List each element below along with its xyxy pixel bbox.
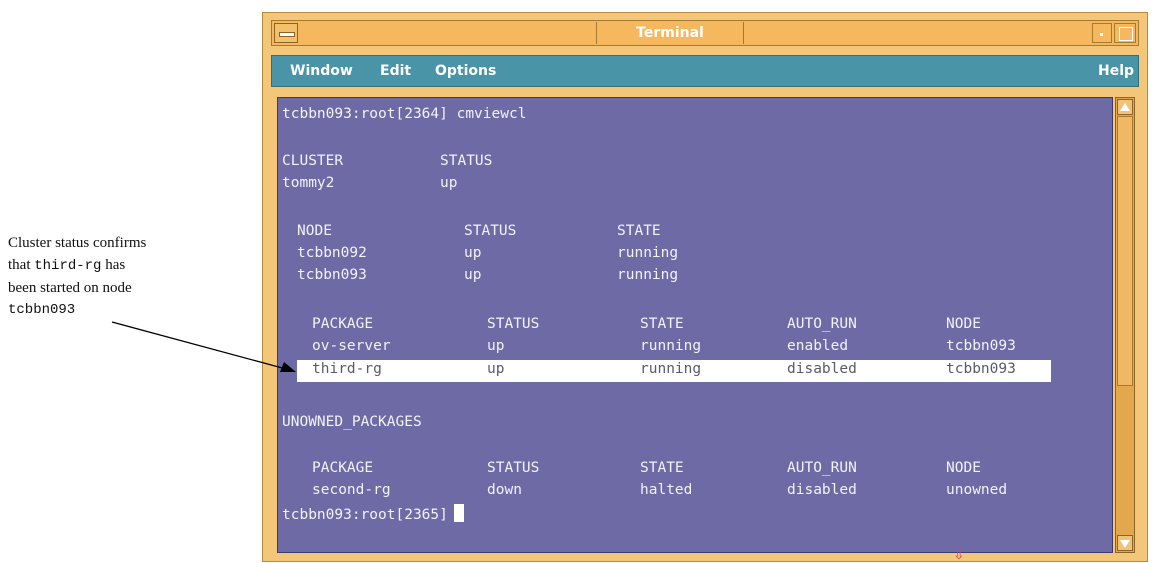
scroll-up-button[interactable] — [1117, 99, 1133, 115]
scroll-down-button[interactable] — [1117, 535, 1133, 551]
node-name: tcbbn092 — [297, 245, 367, 261]
menu-bar: Window Edit Options Help — [271, 55, 1139, 87]
prompt-text: tcbbn093:root[2365] — [282, 507, 448, 523]
package-state: running — [640, 338, 702, 354]
vertical-scrollbar[interactable] — [1115, 97, 1135, 553]
callout-code: third-rg — [34, 258, 102, 274]
unowned-node-header: NODE — [946, 460, 981, 476]
package-state-header: STATE — [640, 316, 684, 332]
package-name: third-rg — [312, 361, 382, 377]
callout-text: that — [8, 257, 35, 273]
highlighted-package-row: third-rg up running disabled tcbbn093 — [297, 360, 1051, 382]
menu-edit[interactable]: Edit — [380, 63, 411, 79]
package-autorun: disabled — [787, 361, 857, 377]
minimize-button[interactable] — [1092, 23, 1112, 43]
terminal-window: Terminal Window Edit Options Help tcbbn0… — [262, 12, 1148, 563]
command-line-2[interactable]: tcbbn093:root[2365] — [282, 504, 464, 524]
menu-options[interactable]: Options — [435, 63, 496, 79]
terminal-output[interactable]: tcbbn093:root[2364] cmviewcl CLUSTER STA… — [277, 97, 1113, 553]
maximize-button[interactable] — [1114, 23, 1136, 43]
node-state: running — [617, 245, 679, 261]
menu-help[interactable]: Help — [1098, 63, 1134, 79]
callout-line-3: been started on node — [8, 280, 132, 296]
cluster-header: CLUSTER — [282, 153, 344, 169]
title-bar[interactable]: Terminal — [271, 20, 1139, 46]
unowned-status-header: STATUS — [487, 460, 540, 476]
cluster-status: up — [440, 175, 458, 191]
unowned-package-state: halted — [640, 482, 693, 498]
node-status: up — [464, 245, 482, 261]
unowned-autorun-header: AUTO_RUN — [787, 460, 857, 476]
window-title: Terminal — [596, 22, 744, 44]
package-autorun-header: AUTO_RUN — [787, 316, 857, 332]
package-node: tcbbn093 — [946, 338, 1016, 354]
node-status: up — [464, 267, 482, 283]
package-status: up — [487, 361, 505, 377]
package-autorun: enabled — [787, 338, 849, 354]
node-state-header: STATE — [617, 223, 661, 239]
cluster-name: tommy2 — [282, 175, 335, 191]
node-status-header: STATUS — [464, 223, 517, 239]
arrow-down-icon — [1120, 540, 1130, 548]
command-line-1: tcbbn093:root[2364] cmviewcl — [282, 106, 527, 122]
package-state: running — [640, 361, 702, 377]
package-name: ov-server — [312, 338, 391, 354]
package-status: up — [487, 338, 505, 354]
package-header: PACKAGE — [312, 316, 374, 332]
text-cursor — [453, 504, 464, 522]
unowned-package-header: PACKAGE — [312, 460, 374, 476]
unowned-package-node: unowned — [946, 482, 1008, 498]
package-node: tcbbn093 — [946, 361, 1016, 377]
package-node-header: NODE — [946, 316, 981, 332]
callout-line-2: that third-rg has — [8, 254, 248, 277]
scroll-thumb[interactable] — [1117, 116, 1133, 386]
callout-line-1: Cluster status confirms — [8, 235, 147, 251]
node-name: tcbbn093 — [297, 267, 367, 283]
unowned-package-status: down — [487, 482, 522, 498]
menu-window[interactable]: Window — [290, 63, 353, 79]
resize-pointer-icon: ⇩ — [953, 547, 965, 563]
unowned-title: UNOWNED_PACKAGES — [282, 414, 422, 430]
package-status-header: STATUS — [487, 316, 540, 332]
callout-line-4: tcbbn093 — [8, 302, 76, 318]
window-menu-icon — [279, 32, 295, 37]
unowned-state-header: STATE — [640, 460, 684, 476]
cluster-status-header: STATUS — [440, 153, 493, 169]
unowned-package-autorun: disabled — [787, 482, 857, 498]
unowned-package-name: second-rg — [312, 482, 391, 498]
node-header: NODE — [297, 223, 332, 239]
maximize-icon — [1119, 27, 1133, 41]
callout-annotation: Cluster status confirms that third-rg ha… — [8, 232, 248, 321]
callout-text: has — [101, 257, 126, 273]
node-state: running — [617, 267, 679, 283]
arrow-up-icon — [1120, 103, 1130, 111]
minimize-icon — [1100, 33, 1103, 36]
window-menu-button[interactable] — [274, 23, 298, 43]
